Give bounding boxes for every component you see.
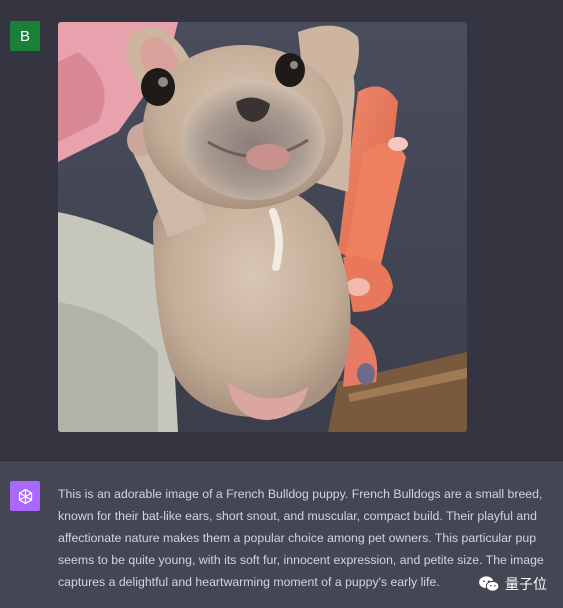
watermark-text: 量子位	[505, 577, 547, 593]
user-avatar-letter: B	[19, 27, 30, 45]
user-avatar: B	[10, 21, 40, 51]
watermark: 量子位	[478, 574, 547, 594]
wechat-icon	[479, 576, 500, 592]
puppy-photo-illustration	[58, 22, 467, 432]
assistant-avatar	[10, 481, 40, 511]
openai-logo-icon	[18, 488, 32, 504]
uploaded-image[interactable]	[58, 22, 467, 432]
assistant-message-row: This is an adorable image of a French Bu…	[0, 461, 563, 608]
user-message-row: B	[0, 0, 563, 460]
